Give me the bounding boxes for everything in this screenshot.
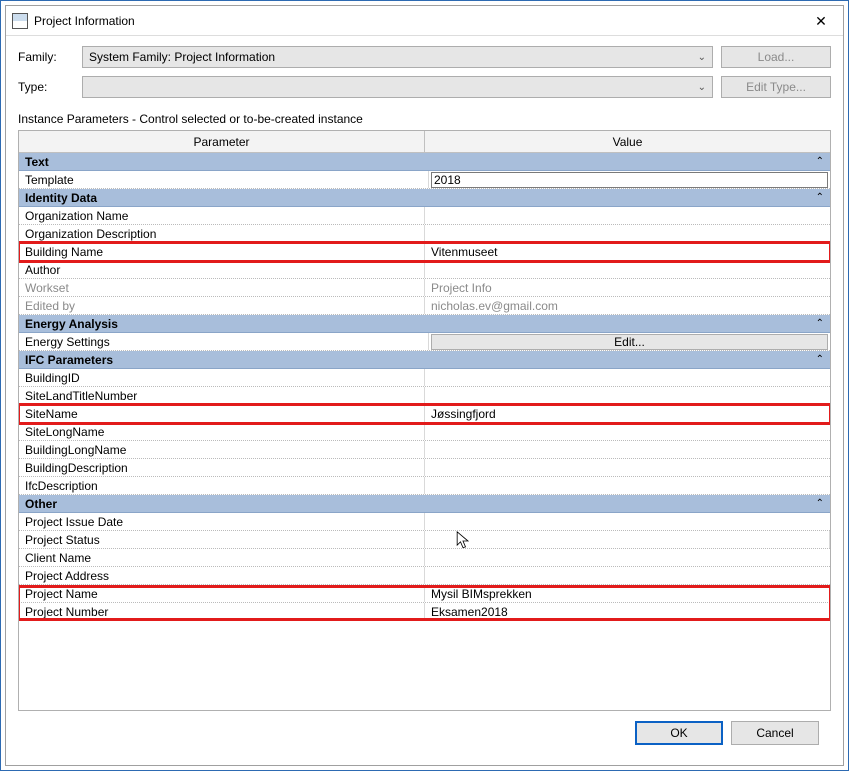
param-label: Client Name bbox=[19, 549, 425, 566]
ok-button[interactable]: OK bbox=[635, 721, 723, 745]
titlebar: Project Information ✕ bbox=[6, 6, 843, 36]
row-template: Template bbox=[19, 171, 830, 189]
param-label: Project Number bbox=[19, 603, 425, 620]
family-value: System Family: Project Information bbox=[89, 50, 275, 64]
param-value[interactable] bbox=[429, 171, 830, 188]
param-label: SiteLongName bbox=[19, 423, 425, 440]
param-value[interactable] bbox=[425, 477, 830, 494]
close-icon[interactable]: ✕ bbox=[799, 6, 843, 36]
row-building-long-name: BuildingLongName bbox=[19, 441, 830, 459]
collapse-icon[interactable]: ⌃ bbox=[816, 354, 824, 365]
row-project-number: Project Number Eksamen2018 bbox=[19, 603, 830, 621]
param-label: BuildingID bbox=[19, 369, 425, 386]
row-workset: Workset Project Info bbox=[19, 279, 830, 297]
row-building-name: Building Name Vitenmuseet bbox=[19, 243, 830, 261]
col-header-parameter[interactable]: Parameter bbox=[19, 131, 425, 152]
param-label: Building Name bbox=[19, 243, 425, 260]
param-value[interactable]: Mysil BIMsprekken bbox=[425, 585, 830, 602]
param-value: nicholas.ev@gmail.com bbox=[425, 297, 830, 314]
row-site-long-name: SiteLongName bbox=[19, 423, 830, 441]
param-label: Project Address bbox=[19, 567, 425, 584]
param-value[interactable] bbox=[425, 369, 830, 386]
group-identity-data[interactable]: Identity Data ⌃ bbox=[19, 189, 830, 207]
row-ifc-description: IfcDescription bbox=[19, 477, 830, 495]
param-value[interactable] bbox=[425, 261, 830, 278]
chevron-down-icon: ⌄ bbox=[698, 82, 706, 93]
type-label: Type: bbox=[18, 80, 74, 94]
group-other[interactable]: Other ⌃ bbox=[19, 495, 830, 513]
family-select[interactable]: System Family: Project Information ⌄ bbox=[82, 46, 713, 68]
load-button: Load... bbox=[721, 46, 831, 68]
row-project-name: Project Name Mysil BIMsprekken bbox=[19, 585, 830, 603]
app-icon bbox=[12, 13, 28, 29]
col-header-value[interactable]: Value bbox=[425, 131, 830, 152]
param-label: Organization Description bbox=[19, 225, 425, 242]
param-value[interactable] bbox=[425, 459, 830, 476]
cancel-button[interactable]: Cancel bbox=[731, 721, 819, 745]
row-site-name: SiteName Jøssingfjord bbox=[19, 405, 830, 423]
param-label: SiteName bbox=[19, 405, 425, 422]
row-building-id: BuildingID bbox=[19, 369, 830, 387]
group-ifc-parameters[interactable]: IFC Parameters ⌃ bbox=[19, 351, 830, 369]
dialog-footer: OK Cancel bbox=[18, 711, 831, 755]
parameters-grid: Parameter Value Text ⌃ Template bbox=[18, 130, 831, 711]
collapse-icon[interactable]: ⌃ bbox=[816, 156, 824, 167]
param-label: Project Status bbox=[19, 531, 425, 548]
group-text[interactable]: Text ⌃ bbox=[19, 153, 830, 171]
param-value[interactable] bbox=[425, 225, 830, 242]
param-label: IfcDescription bbox=[19, 477, 425, 494]
row-client-name: Client Name bbox=[19, 549, 830, 567]
project-information-dialog: Project Information ✕ Family: System Fam… bbox=[5, 5, 844, 766]
param-value[interactable] bbox=[425, 531, 831, 548]
param-value[interactable] bbox=[425, 423, 830, 440]
param-label: SiteLandTitleNumber bbox=[19, 387, 425, 404]
template-input[interactable] bbox=[431, 172, 828, 188]
highlighted-project-rows: Project Name Mysil BIMsprekken Project N… bbox=[19, 585, 830, 621]
param-value[interactable] bbox=[425, 207, 830, 224]
row-project-address: Project Address bbox=[19, 567, 830, 585]
family-label: Family: bbox=[18, 50, 74, 64]
row-organization-name: Organization Name bbox=[19, 207, 830, 225]
row-building-description: BuildingDescription bbox=[19, 459, 830, 477]
param-value[interactable] bbox=[425, 513, 830, 530]
param-value: Edit... bbox=[429, 333, 830, 350]
param-label: Project Issue Date bbox=[19, 513, 425, 530]
param-label: Project Name bbox=[19, 585, 425, 602]
chevron-down-icon: ⌄ bbox=[698, 52, 706, 63]
window-title: Project Information bbox=[34, 14, 135, 28]
param-value[interactable]: Jøssingfjord bbox=[425, 405, 830, 422]
param-value[interactable]: Eksamen2018 bbox=[425, 603, 830, 620]
edit-type-button: Edit Type... bbox=[721, 76, 831, 98]
param-value[interactable] bbox=[425, 567, 830, 584]
row-organization-description: Organization Description bbox=[19, 225, 830, 243]
param-value[interactable] bbox=[425, 387, 830, 404]
type-select[interactable]: ⌄ bbox=[82, 76, 713, 98]
row-project-issue-date: Project Issue Date bbox=[19, 513, 830, 531]
collapse-icon[interactable]: ⌃ bbox=[816, 192, 824, 203]
row-edited-by: Edited by nicholas.ev@gmail.com bbox=[19, 297, 830, 315]
energy-edit-button[interactable]: Edit... bbox=[431, 334, 828, 350]
param-value: Project Info bbox=[425, 279, 830, 296]
param-value[interactable] bbox=[425, 441, 830, 458]
row-energy-settings: Energy Settings Edit... bbox=[19, 333, 830, 351]
param-value[interactable]: Vitenmuseet bbox=[425, 243, 830, 260]
param-value[interactable] bbox=[425, 549, 830, 566]
row-site-land-title: SiteLandTitleNumber bbox=[19, 387, 830, 405]
param-label: Workset bbox=[19, 279, 425, 296]
param-label: Author bbox=[19, 261, 425, 278]
param-label: BuildingLongName bbox=[19, 441, 425, 458]
collapse-icon[interactable]: ⌃ bbox=[816, 318, 824, 329]
group-energy-analysis[interactable]: Energy Analysis ⌃ bbox=[19, 315, 830, 333]
param-label: Template bbox=[19, 171, 429, 188]
param-label: Edited by bbox=[19, 297, 425, 314]
param-label: BuildingDescription bbox=[19, 459, 425, 476]
row-author: Author bbox=[19, 261, 830, 279]
collapse-icon[interactable]: ⌃ bbox=[816, 498, 824, 509]
param-label: Organization Name bbox=[19, 207, 425, 224]
row-project-status: Project Status bbox=[19, 531, 830, 549]
instance-parameters-label: Instance Parameters - Control selected o… bbox=[18, 112, 831, 126]
param-label: Energy Settings bbox=[19, 333, 429, 350]
